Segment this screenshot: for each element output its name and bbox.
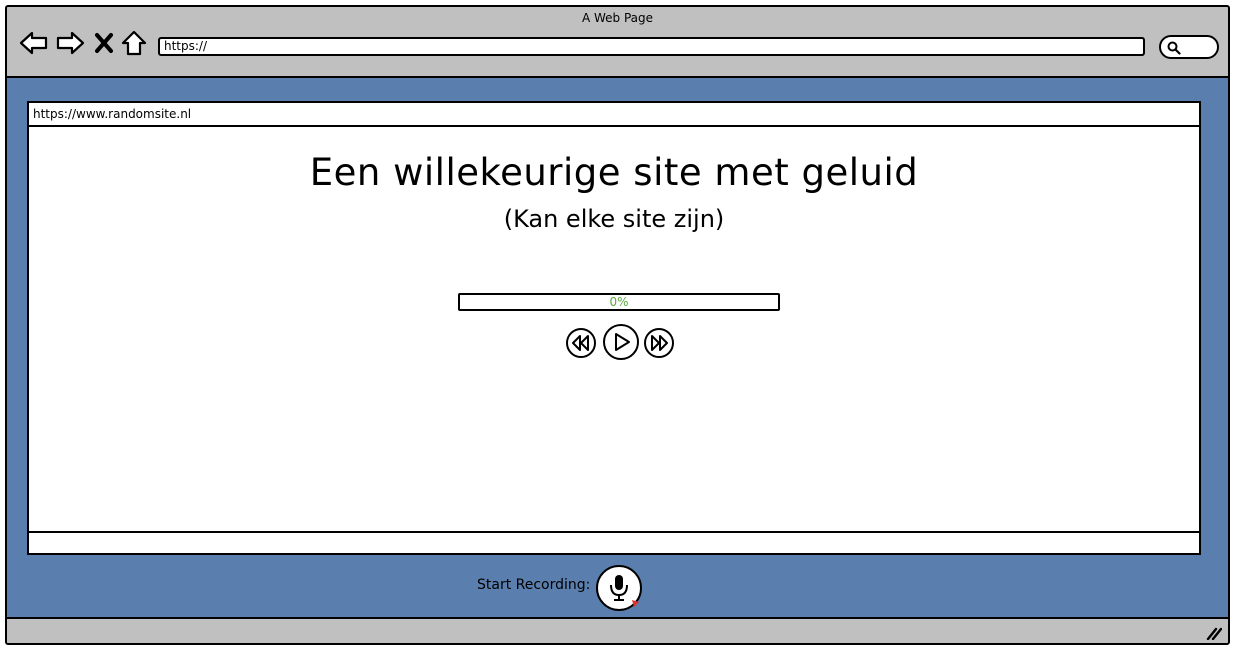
resize-grip-icon[interactable] — [1206, 625, 1223, 641]
embedded-page: https://www.randomsite.nl Een willekeuri… — [27, 101, 1201, 555]
start-recording-button[interactable] — [595, 564, 643, 612]
page-url: https://www.randomsite.nl — [29, 103, 1199, 127]
window-title: A Web Page — [581, 11, 654, 25]
browser-window: A Web Page https:// https://www.randomsi… — [5, 5, 1230, 645]
forward-icon[interactable] — [55, 29, 85, 57]
browser-toolbar: A Web Page https:// — [7, 7, 1228, 78]
page-subtitle: (Kan elke site zijn) — [503, 205, 725, 233]
browser-search-box[interactable] — [1159, 35, 1219, 59]
search-icon — [1167, 41, 1181, 55]
fast-forward-icon[interactable] — [643, 327, 675, 359]
audio-progress-bar[interactable]: 0% — [458, 293, 780, 311]
stop-icon[interactable] — [93, 29, 115, 57]
back-icon[interactable] — [19, 29, 49, 57]
microphone-icon — [596, 565, 642, 611]
start-recording-label: Start Recording: — [477, 577, 591, 593]
home-icon[interactable] — [121, 29, 147, 57]
play-icon[interactable] — [602, 323, 640, 361]
page-title: Een willekeurige site met geluid — [309, 151, 919, 194]
progress-label: 0% — [609, 295, 629, 309]
rewind-icon[interactable] — [565, 327, 597, 359]
address-bar[interactable]: https:// — [158, 37, 1145, 56]
window-status-bar — [7, 617, 1228, 643]
page-status-bar — [29, 531, 1199, 553]
